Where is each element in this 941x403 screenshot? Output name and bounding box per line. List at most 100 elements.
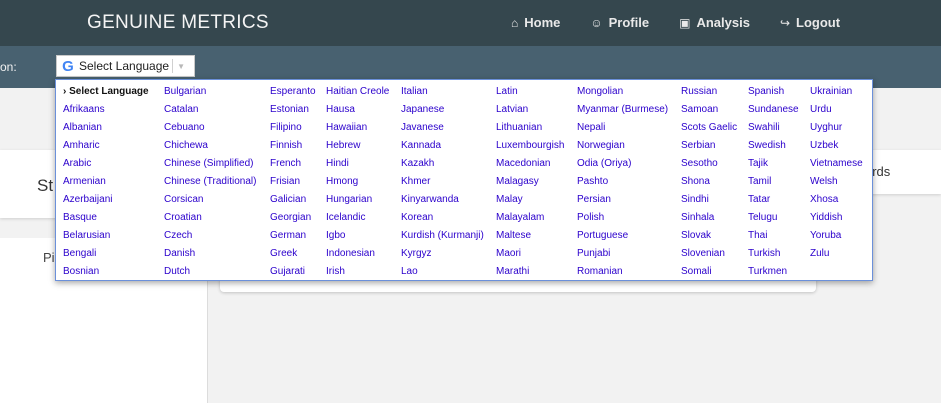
language-option[interactable]: Filipino — [270, 122, 316, 140]
language-option[interactable]: Urdu — [810, 104, 863, 122]
language-option[interactable]: Icelandic — [326, 212, 389, 230]
language-option[interactable]: Kazakh — [401, 158, 484, 176]
language-option[interactable]: Maori — [496, 248, 564, 266]
language-option[interactable]: Frisian — [270, 176, 316, 194]
language-option[interactable]: Albanian — [63, 122, 149, 140]
language-option[interactable]: Ukrainian — [810, 86, 863, 104]
language-option[interactable]: Esperanto — [270, 86, 316, 104]
language-option[interactable]: Uyghur — [810, 122, 863, 140]
language-option[interactable]: Pashto — [577, 176, 668, 194]
language-option[interactable]: Norwegian — [577, 140, 668, 158]
language-option[interactable]: Indonesian — [326, 248, 389, 266]
language-option[interactable]: Javanese — [401, 122, 484, 140]
language-option[interactable]: Hindi — [326, 158, 389, 176]
language-option[interactable]: Japanese — [401, 104, 484, 122]
language-option[interactable]: Swahili — [748, 122, 799, 140]
language-option[interactable]: Kinyarwanda — [401, 194, 484, 212]
language-option[interactable]: Malagasy — [496, 176, 564, 194]
language-option[interactable]: Greek — [270, 248, 316, 266]
language-option[interactable]: Tatar — [748, 194, 799, 212]
language-option[interactable]: Romanian — [577, 266, 668, 284]
language-option[interactable]: Yiddish — [810, 212, 863, 230]
language-option[interactable]: Sesotho — [681, 158, 737, 176]
language-option[interactable]: Shona — [681, 176, 737, 194]
language-option[interactable]: Malay — [496, 194, 564, 212]
language-option[interactable]: Nepali — [577, 122, 668, 140]
language-option[interactable]: Hmong — [326, 176, 389, 194]
language-select[interactable]: G Select Language ▼ — [56, 55, 195, 77]
language-option[interactable]: Corsican — [164, 194, 256, 212]
language-option[interactable]: Hausa — [326, 104, 389, 122]
language-option[interactable]: Luxembourgish — [496, 140, 564, 158]
language-option[interactable]: Marathi — [496, 266, 564, 284]
language-option[interactable]: Danish — [164, 248, 256, 266]
language-option[interactable]: Croatian — [164, 212, 256, 230]
language-option[interactable]: Hebrew — [326, 140, 389, 158]
language-option[interactable]: Uzbek — [810, 140, 863, 158]
language-option[interactable]: Chinese (Traditional) — [164, 176, 256, 194]
language-option[interactable]: Italian — [401, 86, 484, 104]
language-option[interactable]: Catalan — [164, 104, 256, 122]
language-option[interactable]: Latin — [496, 86, 564, 104]
language-option[interactable]: Xhosa — [810, 194, 863, 212]
language-option[interactable]: Myanmar (Burmese) — [577, 104, 668, 122]
language-option[interactable]: Kannada — [401, 140, 484, 158]
language-option[interactable]: Finnish — [270, 140, 316, 158]
language-option[interactable]: Amharic — [63, 140, 149, 158]
language-option[interactable]: Kurdish (Kurmanji) — [401, 230, 484, 248]
language-option[interactable]: Sindhi — [681, 194, 737, 212]
language-option[interactable]: Spanish — [748, 86, 799, 104]
language-option[interactable]: German — [270, 230, 316, 248]
nav-profile-link[interactable]: ☺ Profile — [590, 15, 649, 30]
language-option[interactable]: Cebuano — [164, 122, 256, 140]
language-option[interactable]: Slovak — [681, 230, 737, 248]
language-option[interactable]: Chichewa — [164, 140, 256, 158]
language-option[interactable]: Afrikaans — [63, 104, 149, 122]
language-option-selected[interactable]: › Select Language — [63, 86, 149, 104]
language-option[interactable]: Dutch — [164, 266, 256, 284]
language-option[interactable]: Welsh — [810, 176, 863, 194]
language-option[interactable]: Russian — [681, 86, 737, 104]
language-option[interactable]: Basque — [63, 212, 149, 230]
language-option[interactable]: Estonian — [270, 104, 316, 122]
language-option[interactable]: Malayalam — [496, 212, 564, 230]
language-option[interactable]: Azerbaijani — [63, 194, 149, 212]
language-option[interactable]: Sinhala — [681, 212, 737, 230]
nav-analysis-link[interactable]: ▣ Analysis — [679, 15, 750, 30]
language-option[interactable]: Samoan — [681, 104, 737, 122]
language-option[interactable]: Georgian — [270, 212, 316, 230]
language-option[interactable]: Belarusian — [63, 230, 149, 248]
language-option[interactable]: Bulgarian — [164, 86, 256, 104]
language-option[interactable]: Gujarati — [270, 266, 316, 284]
language-option[interactable]: Scots Gaelic — [681, 122, 737, 140]
language-option[interactable]: Turkish — [748, 248, 799, 266]
language-option[interactable]: Haitian Creole — [326, 86, 389, 104]
nav-home-link[interactable]: ⌂ Home — [511, 15, 560, 30]
language-option[interactable]: Odia (Oriya) — [577, 158, 668, 176]
language-option[interactable]: Slovenian — [681, 248, 737, 266]
language-option[interactable]: Persian — [577, 194, 668, 212]
language-option[interactable]: Igbo — [326, 230, 389, 248]
language-option[interactable]: Lithuanian — [496, 122, 564, 140]
language-option[interactable]: Sundanese — [748, 104, 799, 122]
language-option[interactable]: Vietnamese — [810, 158, 863, 176]
language-option[interactable]: Macedonian — [496, 158, 564, 176]
language-option[interactable]: Irish — [326, 266, 389, 284]
language-option[interactable]: Chinese (Simplified) — [164, 158, 256, 176]
language-option[interactable]: Lao — [401, 266, 484, 284]
language-option[interactable]: Korean — [401, 212, 484, 230]
language-option[interactable]: Bengali — [63, 248, 149, 266]
language-option[interactable]: Arabic — [63, 158, 149, 176]
language-option[interactable]: Hungarian — [326, 194, 389, 212]
language-option[interactable]: Armenian — [63, 176, 149, 194]
language-option[interactable]: Bosnian — [63, 266, 149, 284]
language-option[interactable]: Khmer — [401, 176, 484, 194]
brand-title[interactable]: GENUINE METRICS — [87, 12, 269, 34]
language-option[interactable]: Polish — [577, 212, 668, 230]
language-option[interactable]: Thai — [748, 230, 799, 248]
language-option[interactable]: Galician — [270, 194, 316, 212]
language-option[interactable]: Latvian — [496, 104, 564, 122]
nav-logout-link[interactable]: ↪ Logout — [780, 15, 840, 30]
language-option[interactable]: Maltese — [496, 230, 564, 248]
language-option[interactable]: Czech — [164, 230, 256, 248]
